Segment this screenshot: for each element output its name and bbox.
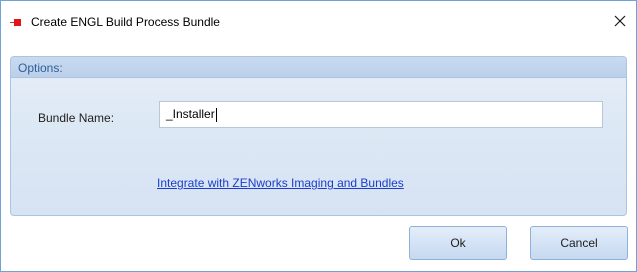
bundle-name-value: _Installer bbox=[166, 107, 215, 121]
integrate-zenworks-link[interactable]: Integrate with ZENworks Imaging and Bund… bbox=[157, 176, 404, 190]
build-bundle-icon bbox=[10, 18, 22, 27]
options-group-header: Options: bbox=[11, 57, 626, 78]
options-group: Options: Bundle Name: _Installer Integra… bbox=[10, 56, 627, 216]
bundle-name-input[interactable]: _Installer bbox=[159, 101, 603, 128]
dialog-window: Create ENGL Build Process Bundle Options… bbox=[0, 0, 637, 272]
bundle-name-label: Bundle Name: bbox=[38, 111, 115, 125]
text-caret bbox=[215, 107, 217, 122]
close-icon bbox=[614, 15, 626, 27]
title-bar[interactable]: Create ENGL Build Process Bundle bbox=[1, 1, 636, 43]
close-button[interactable] bbox=[608, 9, 632, 33]
cancel-button[interactable]: Cancel bbox=[530, 226, 628, 260]
ok-button[interactable]: Ok bbox=[409, 226, 507, 260]
options-header-label: Options: bbox=[18, 61, 63, 75]
window-title: Create ENGL Build Process Bundle bbox=[31, 15, 220, 29]
